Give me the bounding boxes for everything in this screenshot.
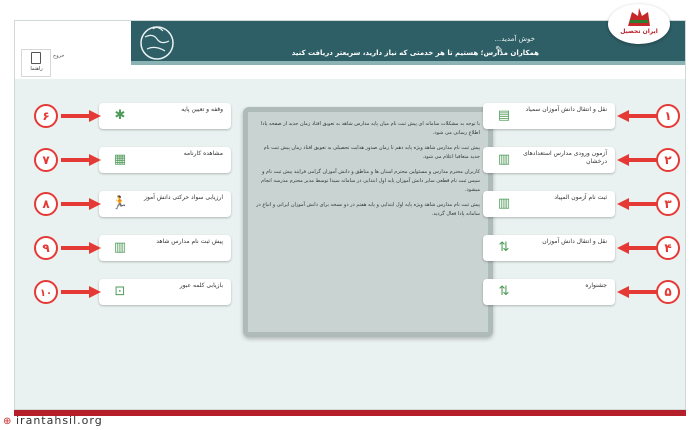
number-badge: ۱ bbox=[656, 104, 680, 128]
right-menu-item[interactable]: نقل و انتقال دانش آموزان سمیاد ▤ bbox=[483, 103, 615, 129]
arrow-icon bbox=[617, 110, 657, 122]
school-icon: ▥ bbox=[113, 240, 127, 255]
svg-text:۱: ۱ bbox=[664, 109, 671, 123]
arrow-icon bbox=[617, 286, 657, 298]
announcement-4: پیش ثبت نام مدارس شاهد ویژه پایه اول ابت… bbox=[256, 202, 480, 217]
menu-item-label: بازیابی کلمه عبور bbox=[179, 282, 223, 289]
app-window: خوش آمدید... همکاران مدارس؛ هستیم تا هر … bbox=[14, 20, 686, 410]
transfer-icon: ⇅ bbox=[498, 240, 510, 255]
svg-text:۲: ۲ bbox=[664, 153, 672, 167]
running-icon: 🏃 bbox=[111, 196, 129, 211]
number-badge: ۹ bbox=[34, 236, 58, 260]
arrow-icon bbox=[617, 154, 657, 166]
announcement-3: کاربران محترم مدارس و مسئولین محترم استا… bbox=[261, 169, 480, 193]
number-badge: ۴ bbox=[656, 236, 680, 260]
number-badge: ۱۰ bbox=[34, 280, 58, 304]
left-menu-item[interactable]: پیش ثبت نام مدارس شاهد ▥ bbox=[99, 235, 231, 261]
arrow-icon bbox=[617, 198, 657, 210]
svg-text:۴: ۴ bbox=[664, 241, 671, 255]
right-menu-item[interactable]: جشنواره ⇅ bbox=[483, 279, 615, 305]
menu-item-label: نقل و انتقال دانش آموزان bbox=[542, 238, 607, 245]
document-icon: ▤ bbox=[497, 108, 511, 123]
number-badge: ۳ bbox=[656, 192, 680, 216]
right-menu-item[interactable]: ثبت نام آزمون المپیاد ▥ bbox=[483, 191, 615, 217]
svg-text:۸: ۸ bbox=[42, 197, 50, 211]
lock-icon: ⊡ bbox=[114, 284, 126, 299]
svg-text:۱۰: ۱۰ bbox=[40, 288, 52, 299]
left-menu-item[interactable]: ارزیابی سواد حرکتی دانش آموز 🏃 bbox=[99, 191, 231, 217]
certificate-icon: ▦ bbox=[113, 152, 127, 167]
logo-text: ایران تحصیل bbox=[620, 28, 658, 35]
irantahsil-logo: ایران تحصیل bbox=[608, 4, 670, 44]
menu-item-label: ثبت نام آزمون المپیاد bbox=[554, 194, 607, 201]
header: خوش آمدید... همکاران مدارس؛ هستیم تا هر … bbox=[15, 21, 685, 79]
svg-text:۵: ۵ bbox=[664, 285, 671, 299]
number-badge: ۲ bbox=[656, 148, 680, 172]
announcements-panel: با توجه به مشکلات سامانه ای پیش ثبت نام … bbox=[243, 107, 493, 337]
right-menu-item[interactable]: نقل و انتقال دانش آموزان ⇅ bbox=[483, 235, 615, 261]
transfer-icon: ⇅ bbox=[498, 284, 510, 299]
footer-url[interactable]: irantahsil.org bbox=[16, 414, 103, 427]
graduation-icon: ✱ bbox=[114, 108, 126, 123]
globe-icon: ⊕ bbox=[3, 416, 12, 427]
logout-label: خروج bbox=[53, 53, 65, 59]
left-menu-item[interactable]: وقفه و تعیین پایه ✱ bbox=[99, 103, 231, 129]
footer-bar bbox=[14, 410, 686, 416]
school-icon: ▥ bbox=[497, 152, 511, 167]
right-menu-item[interactable]: آزمون ورودی مدارس استعدادهای درخشان ▥ bbox=[483, 147, 615, 173]
flag-icon bbox=[628, 8, 650, 26]
svg-text:۷: ۷ bbox=[42, 153, 50, 167]
document-icon bbox=[31, 52, 41, 64]
header-bar: خوش آمدید... همکاران مدارس؛ هستیم تا هر … bbox=[131, 21, 685, 65]
greeting-text: خوش آمدید... bbox=[494, 35, 535, 43]
globe-logo-icon bbox=[140, 26, 174, 60]
logout-button[interactable]: راهنما bbox=[21, 49, 51, 77]
arrow-icon bbox=[61, 154, 101, 166]
announcement-2: پیش ثبت نام مدارس شاهد ویژه پایه دهم تا … bbox=[263, 145, 480, 160]
menu-item-label: آزمون ورودی مدارس استعدادهای درخشان bbox=[523, 150, 607, 165]
arrow-icon bbox=[617, 242, 657, 254]
number-badge: ۷ bbox=[34, 148, 58, 172]
school-icon: ▥ bbox=[497, 196, 511, 211]
arrow-icon bbox=[61, 286, 101, 298]
arrow-icon bbox=[61, 242, 101, 254]
svg-text:۶: ۶ bbox=[42, 109, 49, 123]
menu-item-label: پیش ثبت نام مدارس شاهد bbox=[156, 238, 223, 245]
number-badge: ۸ bbox=[34, 192, 58, 216]
left-menu-item[interactable]: بازیابی کلمه عبور ⊡ bbox=[99, 279, 231, 305]
menu-item-label: وقفه و تعیین پایه bbox=[181, 106, 223, 113]
arrow-icon bbox=[61, 198, 101, 210]
announcement-1: با توجه به مشکلات سامانه ای پیش ثبت نام … bbox=[260, 121, 480, 136]
svg-text:۳: ۳ bbox=[664, 197, 672, 211]
menu-item-label: ارزیابی سواد حرکتی دانش آموز bbox=[144, 194, 223, 201]
arrow-icon bbox=[61, 110, 101, 122]
pen-icon: ✎ bbox=[495, 45, 504, 56]
menu-item-label: نقل و انتقال دانش آموزان سمیاد bbox=[525, 106, 607, 113]
announcement-text: با توجه به مشکلات سامانه ای پیش ثبت نام … bbox=[254, 120, 480, 225]
number-badge: ۵ bbox=[656, 280, 680, 304]
menu-item-label: جشنواره bbox=[585, 282, 607, 289]
number-badge: ۶ bbox=[34, 104, 58, 128]
menu-item-label: مشاهده کارنامه bbox=[183, 150, 223, 157]
left-menu-item[interactable]: مشاهده کارنامه ▦ bbox=[99, 147, 231, 173]
guide-label: راهنما bbox=[30, 66, 43, 72]
svg-text:۹: ۹ bbox=[42, 241, 50, 255]
